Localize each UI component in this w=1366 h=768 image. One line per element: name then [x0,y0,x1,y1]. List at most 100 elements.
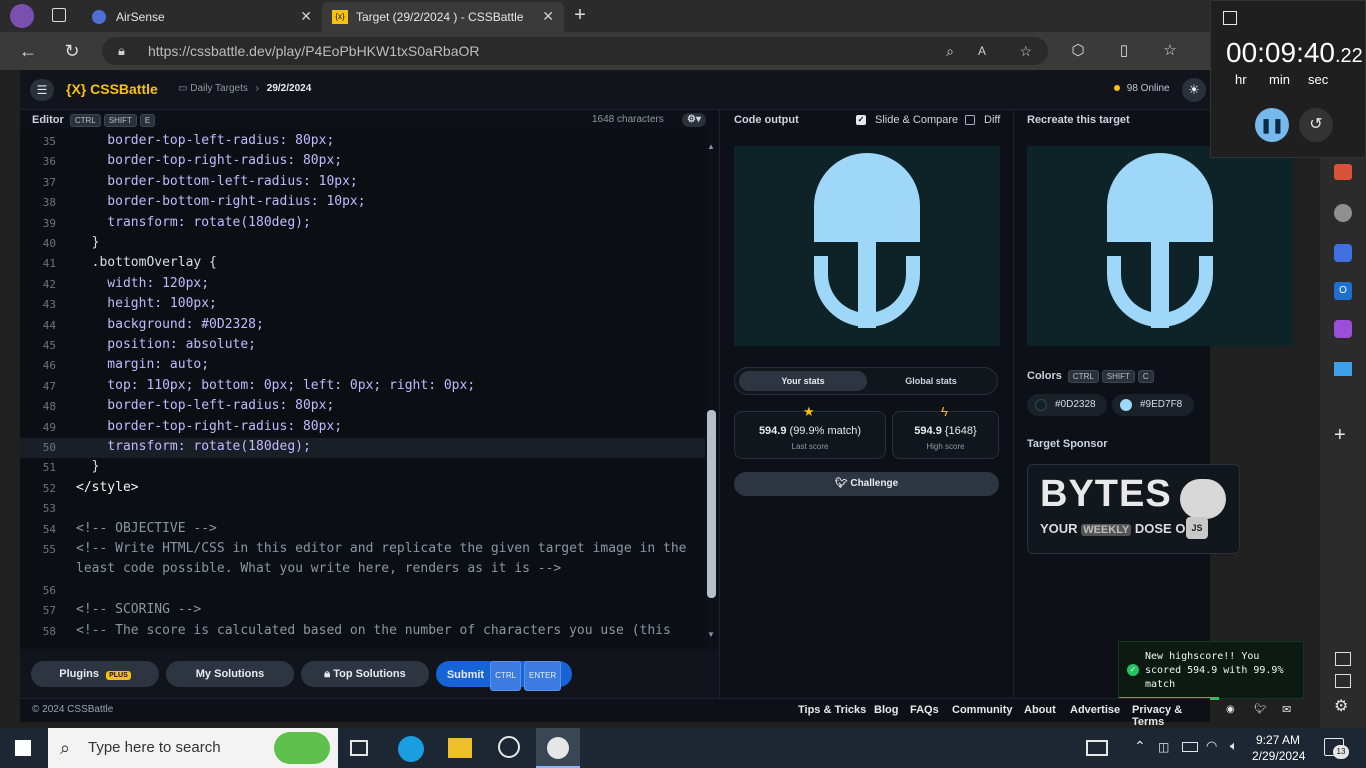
split-screen-icon[interactable]: ▯ [1112,40,1136,62]
profile-avatar[interactable] [10,4,34,28]
file-explorer-icon[interactable] [448,738,472,758]
code-editor[interactable]: 35 border-top-left-radius: 80px; 36 borde… [20,130,705,648]
send-icon[interactable] [1334,362,1352,376]
logo[interactable]: {X} CSSBattle [66,81,158,97]
slide-compare-checkbox[interactable]: ✓ [856,115,866,125]
reset-button[interactable]: ↺ [1299,108,1333,142]
extensions-icon[interactable]: ⬡ [1066,40,1090,62]
games-icon[interactable] [1334,204,1352,222]
breadcrumb-daily-targets[interactable]: Daily Targets [190,83,248,94]
tray-chevron-icon[interactable]: ⌃ [1134,738,1146,755]
line-number: 47 [42,379,56,393]
volume-icon[interactable]: 🔈︎ [1230,738,1238,754]
tab-actions-icon[interactable] [52,8,66,22]
editor-settings-icon[interactable]: ⚙▾ [682,113,706,127]
footer-link-advertise[interactable]: Advertise [1070,704,1120,716]
external-icon[interactable] [1335,674,1351,688]
menu-icon[interactable]: ☰ [30,79,54,101]
pause-button[interactable]: ❚❚ [1255,108,1289,142]
challenge-button[interactable]: 🐦︎ Challenge [734,472,999,496]
submit-button[interactable]: Submit CTRL ENTER [436,661,572,691]
code-text: </style> [76,479,139,495]
edge-taskbar-icon[interactable] [398,736,424,762]
close-icon[interactable]: ✕ [300,8,312,25]
high-score-value: 594.9 [914,425,942,437]
tab-global-stats[interactable]: Global stats [867,371,995,391]
copilot-icon[interactable] [1334,244,1352,262]
close-icon[interactable]: ✕ [542,8,554,25]
new-tab-icon[interactable]: + [570,4,590,26]
editor-scrollbar[interactable]: ▲ ▼ [705,130,719,648]
tab-cssbattle[interactable]: {x} Target (29/2/2024 ) - CSSBattle ✕ [322,2,564,32]
color-chip-light[interactable]: #9ED7F8 [1112,394,1194,416]
copyright: © 2024 CSSBattle [32,704,114,715]
favorite-star-icon[interactable]: ☆ [1019,37,1032,65]
line-number: 38 [42,196,56,210]
submit-label: Submit [446,669,485,681]
wifi-icon[interactable]: ◠ [1206,738,1217,754]
theme-toggle-icon[interactable]: ☀ [1182,78,1206,102]
designer-icon[interactable] [1334,320,1352,338]
sponsor-card[interactable]: BYTES YOUR WEEKLY DOSE OF JS [1027,464,1240,554]
scroll-up-icon[interactable]: ▲ [707,142,715,151]
frog-illustration-icon [274,732,330,764]
task-view-icon[interactable] [350,740,368,756]
footer-link-tips[interactable]: Tips & Tricks [798,704,866,716]
refresh-icon[interactable]: ↻ [60,40,84,62]
recreate-header: Recreate this target [1027,114,1130,126]
last-score-match: (99.9% match) [789,425,862,437]
read-aloud-icon[interactable]: A [978,37,986,65]
taskbar-clock[interactable]: 9:27 AM 2/29/2024 [1252,732,1305,764]
footer-link-community[interactable]: Community [952,704,1013,716]
favorites-icon[interactable]: ☆ [1158,40,1182,62]
zoom-icon[interactable]: ⌕ [946,37,954,65]
tagline-part: YOUR [1040,521,1078,536]
settings-icon[interactable]: ⚙ [1334,696,1348,716]
tab-airsense[interactable]: AirSense ✕ [82,2,322,32]
url-field[interactable]: 🔒︎ https://cssbattle.dev/play/P4EoPbHKW1… [102,37,1048,65]
back-icon[interactable]: ← [16,40,40,62]
tab-title: Target (29/2/2024 ) - CSSBattle [356,10,524,24]
footer-link-faqs[interactable]: FAQs [910,704,939,716]
battery-icon[interactable] [1182,742,1198,752]
search-placeholder: Type here to search [88,739,221,756]
outlook-icon[interactable]: O [1334,282,1352,300]
line-number: 42 [42,277,56,291]
line-number: 58 [42,624,56,638]
target-image[interactable] [1027,146,1293,346]
line-number: 57 [42,604,56,618]
footer-link-privacy[interactable]: Privacy & Terms [1132,704,1210,728]
unit-min: min [1269,72,1290,87]
add-icon[interactable]: + [1334,424,1346,447]
footer-link-blog[interactable]: Blog [874,704,898,716]
taskbar-search[interactable]: ⌕ Type here to search [48,728,338,768]
code-text: <!-- Write HTML/CSS in this editor and r… [76,541,687,556]
notifications-icon[interactable]: 13 [1324,738,1349,759]
top-solutions-button[interactable]: 🔒︎ Top Solutions [301,661,429,687]
footer-link-about[interactable]: About [1024,704,1056,716]
windows-start-icon[interactable] [15,740,31,756]
meet-icon[interactable]: ◫ [1158,740,1169,754]
tab-your-stats[interactable]: Your stats [739,371,867,391]
sponsor-header: Target Sponsor [1027,438,1108,450]
diff-checkbox[interactable] [965,115,975,125]
chatgpt-icon[interactable] [498,736,520,758]
stopwatch-taskbar-icon[interactable] [536,728,580,768]
screenshot-icon[interactable] [1335,652,1351,666]
tools-icon[interactable] [1334,164,1352,180]
plugins-button[interactable]: Plugins PLUS [31,661,159,687]
scroll-thumb[interactable] [707,410,716,598]
mail-icon[interactable]: ✉ [1282,703,1291,716]
last-score-card: ★ 594.9 (99.9% match) Last score [734,404,886,459]
expand-icon[interactable] [1223,11,1237,25]
logo-text: CSSBattle [90,81,158,97]
scroll-down-icon[interactable]: ▼ [707,630,715,639]
news-icon[interactable] [1086,740,1108,756]
my-solutions-button[interactable]: My Solutions [166,661,294,687]
discord-icon[interactable]: ◉ [1226,704,1235,715]
code-output-preview[interactable] [734,146,1000,346]
color-chip-dark[interactable]: #0D2328 [1027,394,1107,416]
twitter-icon[interactable]: 🐦︎ [1254,704,1267,715]
line-number: 40 [42,237,56,250]
code-text: .bottomOverlay { [76,255,217,271]
